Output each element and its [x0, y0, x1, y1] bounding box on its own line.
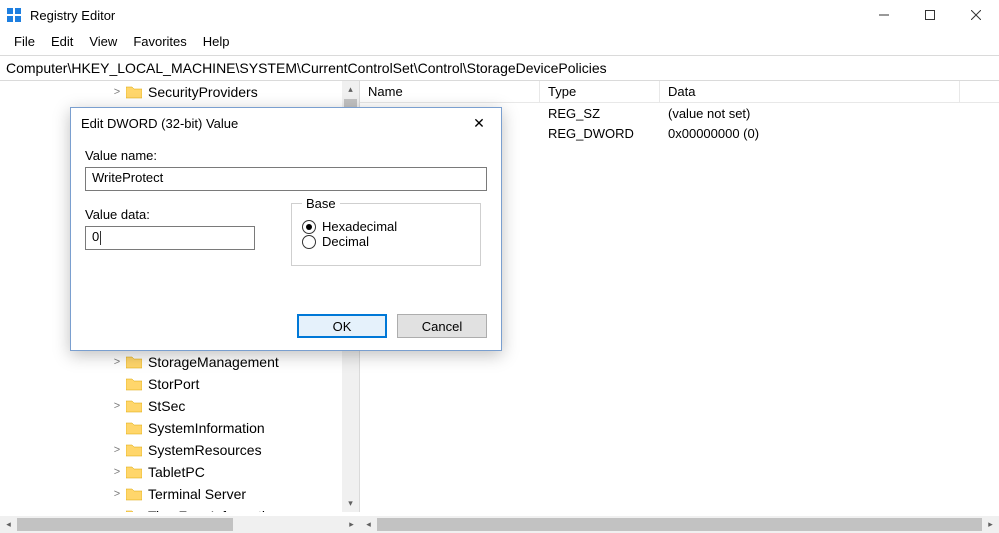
dialog-close-icon[interactable]: ✕ — [467, 115, 491, 132]
radio-icon — [302, 220, 316, 234]
list-horizontal-scrollbar[interactable]: ◂ ▸ — [360, 516, 999, 533]
dialog-title: Edit DWORD (32-bit) Value — [81, 116, 467, 131]
cell-type: REG_SZ — [540, 106, 660, 121]
radio-hexadecimal[interactable]: Hexadecimal — [302, 219, 470, 234]
tree-item-label: StorageManagement — [148, 354, 279, 370]
scroll-left-icon[interactable]: ◂ — [0, 516, 17, 533]
tree-horizontal-scrollbar[interactable]: ◂ ▸ — [0, 516, 360, 533]
maximize-button[interactable] — [907, 0, 953, 30]
menu-edit[interactable]: Edit — [43, 32, 81, 51]
expand-icon[interactable]: > — [110, 86, 124, 98]
expand-icon[interactable]: > — [110, 466, 124, 478]
menu-help[interactable]: Help — [195, 32, 238, 51]
address-text: Computer\HKEY_LOCAL_MACHINE\SYSTEM\Curre… — [6, 60, 607, 76]
address-bar[interactable]: Computer\HKEY_LOCAL_MACHINE\SYSTEM\Curre… — [0, 56, 999, 81]
tree-item-label: SystemResources — [148, 442, 262, 458]
menu-favorites[interactable]: Favorites — [125, 32, 194, 51]
value-name-label: Value name: — [85, 148, 487, 163]
cell-data: (value not set) — [660, 106, 960, 121]
edit-dword-dialog: Edit DWORD (32-bit) Value ✕ Value name: … — [70, 107, 502, 351]
window-title: Registry Editor — [30, 8, 861, 23]
tree-item[interactable]: > SecurityProviders — [0, 81, 359, 103]
expand-icon[interactable]: > — [110, 400, 124, 412]
menu-bar: File Edit View Favorites Help — [0, 30, 999, 56]
tree-item-label: Terminal Server — [148, 486, 246, 502]
base-fieldset: Base Hexadecimal Decimal — [291, 203, 481, 266]
tree-item[interactable]: > StorageManagement — [0, 351, 359, 373]
tree-item[interactable]: > StSec — [0, 395, 359, 417]
tree-item[interactable]: > SystemResources — [0, 439, 359, 461]
scroll-thumb-h[interactable] — [377, 518, 982, 531]
scroll-left-icon[interactable]: ◂ — [360, 516, 377, 533]
tree-item[interactable]: > TabletPC — [0, 461, 359, 483]
text-caret-icon — [100, 231, 101, 245]
radio-icon — [302, 235, 316, 249]
value-data-input[interactable]: 0 — [85, 226, 255, 250]
tree-item-label: StSec — [148, 398, 185, 414]
title-bar: Registry Editor — [0, 0, 999, 30]
expand-icon[interactable]: > — [110, 356, 124, 368]
tree-item[interactable]: SystemInformation — [0, 417, 359, 439]
folder-icon — [126, 443, 142, 457]
value-data-label: Value data: — [85, 207, 275, 222]
expand-icon[interactable]: > — [110, 488, 124, 500]
close-button[interactable] — [953, 0, 999, 30]
folder-icon — [126, 399, 142, 413]
col-header-data[interactable]: Data — [660, 81, 960, 102]
list-header: Name Type Data — [360, 81, 999, 103]
folder-icon — [126, 465, 142, 479]
col-header-type[interactable]: Type — [540, 81, 660, 102]
scroll-down-icon[interactable]: ▾ — [342, 495, 359, 512]
cancel-button[interactable]: Cancel — [397, 314, 487, 338]
scroll-right-icon[interactable]: ▸ — [982, 516, 999, 533]
menu-file[interactable]: File — [6, 32, 43, 51]
base-legend: Base — [302, 196, 340, 211]
tree-item-label: StorPort — [148, 376, 199, 392]
value-name-input[interactable]: WriteProtect — [85, 167, 487, 191]
folder-icon — [126, 487, 142, 501]
menu-view[interactable]: View — [81, 32, 125, 51]
expand-icon[interactable]: > — [110, 444, 124, 456]
folder-icon — [126, 509, 142, 512]
col-header-name[interactable]: Name — [360, 81, 540, 102]
minimize-button[interactable] — [861, 0, 907, 30]
scroll-up-icon[interactable]: ▴ — [342, 81, 359, 98]
tree-item-label: TimeZoneInformation — [148, 508, 281, 512]
radio-decimal[interactable]: Decimal — [302, 234, 470, 249]
dialog-title-bar[interactable]: Edit DWORD (32-bit) Value ✕ — [71, 108, 501, 138]
ok-button[interactable]: OK — [297, 314, 387, 338]
folder-icon — [126, 85, 142, 99]
tree-item[interactable]: > Terminal Server — [0, 483, 359, 505]
scroll-right-icon[interactable]: ▸ — [343, 516, 360, 533]
folder-icon — [126, 355, 142, 369]
folder-icon — [126, 421, 142, 435]
tree-item-label: TabletPC — [148, 464, 205, 480]
folder-icon — [126, 377, 142, 391]
regedit-icon — [6, 7, 22, 23]
tree-item-label: SecurityProviders — [148, 84, 258, 100]
tree-item-label: SystemInformation — [148, 420, 265, 436]
scroll-thumb-h[interactable] — [17, 518, 233, 531]
cell-type: REG_DWORD — [540, 126, 660, 141]
cell-data: 0x00000000 (0) — [660, 126, 960, 141]
tree-item[interactable]: TimeZoneInformation — [0, 505, 359, 512]
tree-item[interactable]: StorPort — [0, 373, 359, 395]
